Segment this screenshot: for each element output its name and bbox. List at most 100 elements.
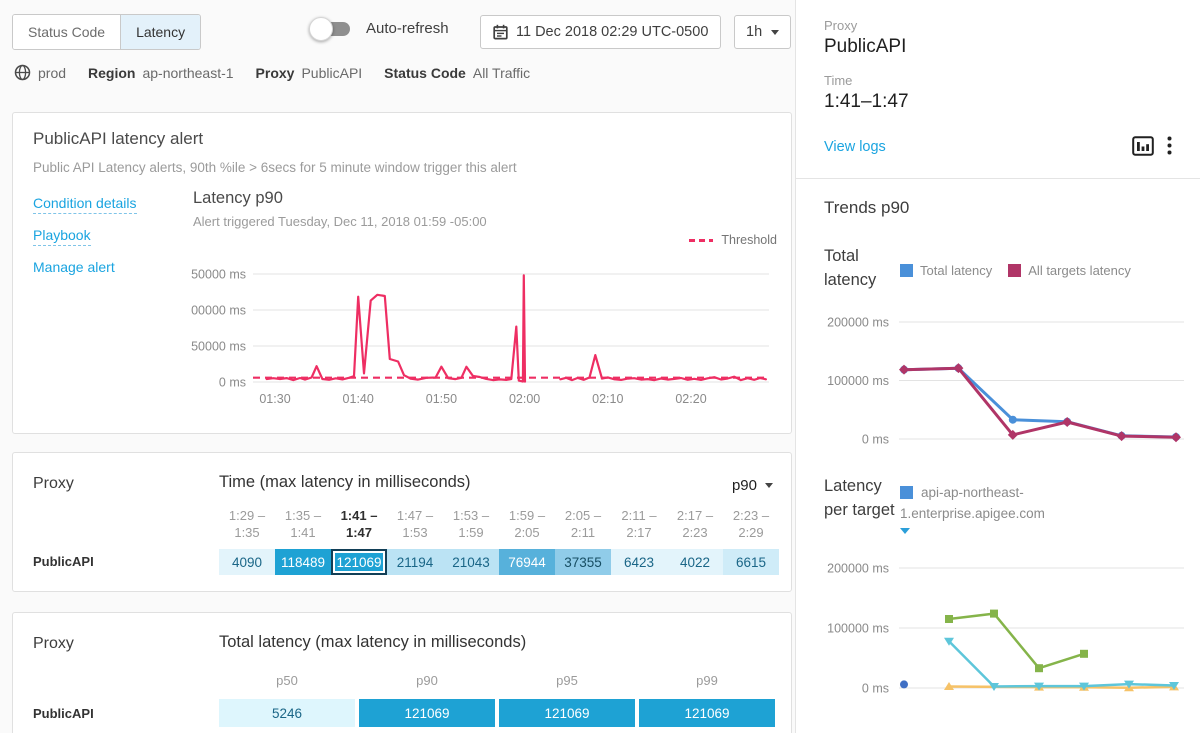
time-col-line2: 2:11 [555, 524, 611, 541]
svg-text:0 ms: 0 ms [219, 376, 246, 390]
time-col-line1: 1:47 – [387, 507, 443, 524]
filter-label: Proxy [256, 65, 295, 81]
apigee-latency-dashboard: Status CodeLatency Auto-refresh 11 Dec 2… [0, 0, 1200, 733]
auto-refresh-toggle[interactable] [316, 22, 350, 36]
heatmap-cell[interactable]: 76944 [499, 549, 555, 575]
trends-total-latency-chart[interactable]: 200000 ms100000 ms0 ms [796, 300, 1200, 450]
globe-icon [14, 64, 31, 81]
percentile-value: p90 [732, 477, 757, 494]
filter-label: Region [88, 65, 135, 81]
filter-proxy[interactable]: Proxy PublicAPI [256, 65, 363, 81]
svg-text:0 ms: 0 ms [862, 682, 889, 696]
sidebar-divider [796, 178, 1200, 179]
heatmap-cell[interactable]: 6615 [723, 549, 779, 575]
svg-text:100000 ms: 100000 ms [191, 304, 246, 318]
percentile-row: 5246121069121069121069 [219, 699, 775, 727]
svg-text:01:50: 01:50 [426, 392, 457, 406]
time-col-line1: 2:05 – [555, 507, 611, 524]
date-range-picker[interactable]: 11 Dec 2018 02:29 UTC-0500 [480, 15, 721, 49]
proxy-row-label: PublicAPI [33, 554, 94, 569]
filter-label: Status Code [384, 65, 466, 81]
sidebar-time-label: Time [824, 73, 852, 88]
heatmap-cell[interactable]: 4090 [219, 549, 275, 575]
heatmap-cell[interactable]: 21043 [443, 549, 499, 575]
svg-text:02:00: 02:00 [509, 392, 540, 406]
legend-swatch [900, 486, 913, 499]
percentile-col-header: p50 [219, 673, 355, 688]
percentile-select[interactable]: p90 [732, 477, 773, 494]
kebab-menu-icon[interactable] [1167, 136, 1172, 155]
auto-refresh-group: Auto-refresh [316, 20, 449, 37]
time-col-line2: 1:41 [275, 524, 331, 541]
date-range-value: 11 Dec 2018 02:29 UTC-0500 [516, 24, 708, 40]
sidebar-proxy-value: PublicAPI [824, 36, 906, 58]
total-table-title: Total latency (max latency in millisecon… [219, 633, 526, 652]
proxy-column-header: Proxy [33, 475, 74, 493]
sidebar-proxy-label: Proxy [824, 18, 857, 33]
trends-title: Trends p90 [824, 198, 909, 218]
alert-chart-title: Latency p90 [193, 189, 283, 208]
legend-item-all-targets-latency: All targets latency [1008, 263, 1131, 278]
heatmap-cell[interactable]: 6423 [611, 549, 667, 575]
svg-text:01:30: 01:30 [259, 392, 290, 406]
svg-text:0 ms: 0 ms [862, 433, 889, 447]
alert-link-manage-alert[interactable]: Manage alert [33, 259, 115, 275]
duration-select[interactable]: 1h [734, 15, 791, 49]
toggle-knob [309, 17, 333, 41]
time-col-line2: 2:17 [611, 524, 667, 541]
time-col-line2: 2:05 [499, 524, 555, 541]
svg-text:200000 ms: 200000 ms [827, 316, 889, 330]
metric-tabs: Status CodeLatency [12, 14, 201, 50]
tab-latency[interactable]: Latency [120, 15, 200, 49]
filter-value: PublicAPI [301, 65, 362, 81]
time-col-line1: 2:11 – [611, 507, 667, 524]
svg-text:150000 ms: 150000 ms [191, 268, 246, 282]
auto-refresh-label: Auto-refresh [366, 20, 449, 37]
percentile-col-header: p95 [499, 673, 635, 688]
tab-status-code[interactable]: Status Code [13, 15, 120, 49]
latency-per-target-section-label: Latency per target [824, 474, 908, 522]
time-column-headers: 1:29 –1:351:35 –1:411:41 –1:471:47 –1:53… [219, 507, 779, 541]
heatmap-cell[interactable]: 21194 [387, 549, 443, 575]
percentile-cell[interactable]: 121069 [499, 699, 635, 727]
percentile-cell[interactable]: 121069 [359, 699, 495, 727]
legend-item-total-latency: Total latency [900, 263, 992, 278]
svg-text:50000 ms: 50000 ms [191, 340, 246, 354]
filter-status-code[interactable]: Status Code All Traffic [384, 65, 530, 81]
time-col-header: 1:59 –2:05 [499, 507, 555, 541]
percentile-cell[interactable]: 121069 [639, 699, 775, 727]
alert-link-playbook[interactable]: Playbook [33, 227, 91, 246]
main-panel: Status CodeLatency Auto-refresh 11 Dec 2… [0, 0, 795, 733]
bar-chart-icon[interactable] [1132, 136, 1154, 156]
heatmap-cell[interactable]: 121069 [331, 549, 387, 575]
target-legend-label: api-ap-northeast-1.enterprise.apigee.com [900, 485, 1045, 521]
alert-description: Public API Latency alerts, 90th %ile > 6… [33, 160, 517, 175]
time-col-header: 2:05 –2:11 [555, 507, 611, 541]
filter-value: All Traffic [473, 65, 530, 81]
target-legend-expand-icon[interactable] [900, 528, 910, 534]
time-col-header: 2:11 –2:17 [611, 507, 667, 541]
time-col-header: 1:47 –1:53 [387, 507, 443, 541]
heatmap-cell[interactable]: 118489 [275, 549, 331, 575]
percentile-card: Proxy Total latency (max latency in mill… [12, 612, 792, 733]
alert-link-condition-details[interactable]: Condition details [33, 195, 137, 214]
time-col-line1: 1:59 – [499, 507, 555, 524]
percentile-cell[interactable]: 5246 [219, 699, 355, 727]
sidebar-time-value: 1:41–1:47 [824, 91, 909, 113]
heatmap-cell[interactable]: 37355 [555, 549, 611, 575]
svg-text:02:20: 02:20 [675, 392, 706, 406]
legend-label: Total latency [920, 263, 992, 278]
alert-links: Condition details Playbook Manage alert [33, 195, 137, 275]
view-logs-link[interactable]: View logs [824, 139, 886, 155]
heatmap-cell[interactable]: 4022 [667, 549, 723, 575]
percentile-col-header: p90 [359, 673, 495, 688]
time-col-header: 1:29 –1:35 [219, 507, 275, 541]
calendar-icon [493, 24, 508, 40]
time-col-header: 2:23 –2:29 [723, 507, 779, 541]
trends-legend: Total latency All targets latency [900, 263, 1131, 278]
env-filter[interactable]: prod [14, 64, 66, 81]
alert-latency-chart[interactable]: 150000 ms100000 ms50000 ms0 ms01:3001:40… [191, 241, 791, 419]
filter-region[interactable]: Regionap-northeast-1 [88, 65, 234, 81]
latency-per-target-chart[interactable]: 200000 ms100000 ms0 ms [796, 548, 1200, 708]
time-col-line1: 2:23 – [723, 507, 779, 524]
